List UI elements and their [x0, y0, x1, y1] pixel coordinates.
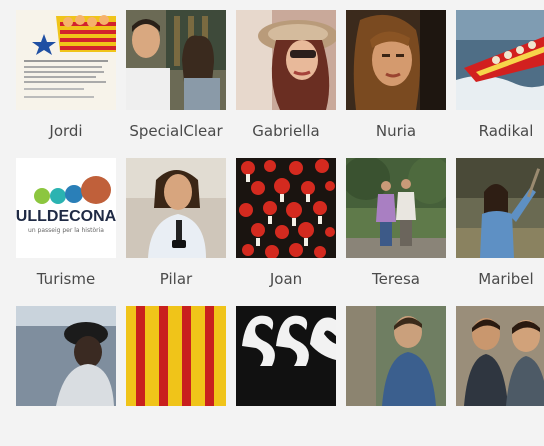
contact-tile-gabriella[interactable]: Gabriella [236, 10, 336, 150]
contact-thumbnail[interactable] [236, 306, 336, 406]
graffiti-art-thumbnail [236, 306, 336, 406]
contact-tile-radikal[interactable]: Radikal [456, 10, 544, 150]
contact-tile-nuria[interactable]: Nuria [346, 10, 446, 150]
contact-name[interactable]: Radikal [450, 122, 544, 140]
contact-name[interactable]: Teresa [340, 270, 452, 288]
contact-name[interactable]: Joan [230, 270, 342, 288]
contact-tile[interactable] [16, 306, 116, 446]
contact-grid: Jordi SpecialClear Gabriella Nuria Radik… [0, 0, 544, 406]
woman-smiling-thumbnail [126, 158, 226, 258]
woman-with-hat-thumbnail [236, 10, 336, 110]
contact-name[interactable]: SpecialClear [120, 122, 232, 140]
person-in-field-thumbnail [456, 158, 544, 258]
contact-thumbnail[interactable] [126, 10, 226, 110]
contact-tile[interactable] [346, 306, 446, 446]
contact-thumbnail[interactable] [346, 158, 446, 258]
contact-thumbnail[interactable] [126, 306, 226, 406]
contact-tile[interactable] [456, 306, 544, 446]
contact-thumbnail[interactable] [236, 10, 336, 110]
ulldecona-logo-thumbnail: ULLDECONA un passeig per la història [16, 158, 116, 258]
contact-name[interactable]: Jordi [10, 122, 122, 140]
couple-photo-thumbnail [126, 10, 226, 110]
catalan-flag-thumbnail [126, 306, 226, 406]
couple-in-park-thumbnail [346, 158, 446, 258]
hat-person-thumbnail [16, 306, 116, 406]
contact-thumbnail[interactable] [346, 10, 446, 110]
family-poster-thumbnail [16, 10, 116, 110]
contact-name[interactable]: Gabriella [230, 122, 342, 140]
contact-name[interactable]: Maribel [450, 270, 544, 288]
ulldecona-tagline: un passeig per la història [28, 227, 104, 234]
contact-tile[interactable] [236, 306, 336, 446]
contact-thumbnail[interactable] [126, 158, 226, 258]
man-outdoors-thumbnail [346, 306, 446, 406]
ulldecona-logo-text: ULLDECONA [16, 208, 116, 225]
contact-name[interactable]: Nuria [340, 122, 452, 140]
contact-thumbnail[interactable] [16, 10, 116, 110]
contact-thumbnail[interactable] [456, 10, 544, 110]
contact-thumbnail[interactable]: ULLDECONA un passeig per la història [16, 158, 116, 258]
speedboat-thumbnail [456, 10, 544, 110]
contact-thumbnail[interactable] [456, 158, 544, 258]
contact-tile-specialclear[interactable]: SpecialClear [126, 10, 226, 150]
contact-tile-joan[interactable]: Joan [236, 158, 336, 298]
woman-portrait-thumbnail [346, 10, 446, 110]
contact-thumbnail[interactable] [346, 306, 446, 406]
contact-tile[interactable] [126, 306, 226, 446]
contact-tile-turisme[interactable]: ULLDECONA un passeig per la història Tur… [16, 158, 116, 298]
contact-thumbnail[interactable] [456, 306, 544, 406]
contact-tile-maribel[interactable]: Maribel [456, 158, 544, 298]
contact-tile-teresa[interactable]: Teresa [346, 158, 446, 298]
contact-tile-jordi[interactable]: Jordi [16, 10, 116, 150]
two-people-thumbnail [456, 306, 544, 406]
contact-thumbnail[interactable] [236, 158, 336, 258]
contact-name[interactable]: Pilar [120, 270, 232, 288]
contact-tile-pilar[interactable]: Pilar [126, 158, 226, 298]
contact-thumbnail[interactable] [16, 306, 116, 406]
contact-name[interactable]: Turisme [10, 270, 122, 288]
red-flowers-thumbnail [236, 158, 336, 258]
